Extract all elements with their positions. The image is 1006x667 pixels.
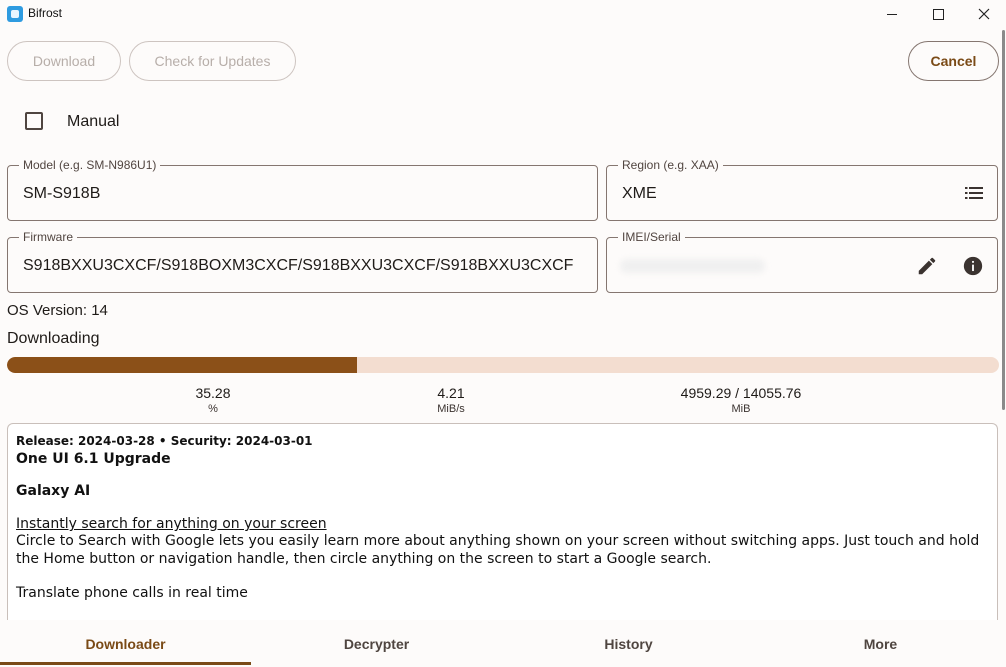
list-icon[interactable] [965, 187, 983, 199]
title-bar: Bifrost [0, 0, 1006, 28]
bottom-navigation: Downloader Decrypter History More [0, 620, 1006, 667]
active-tab-indicator [0, 662, 251, 665]
release-notes-panel[interactable]: Release: 2024-03-28 • Security: 2024-03-… [7, 423, 998, 623]
tab-more[interactable]: More [755, 620, 1006, 667]
tab-downloader[interactable]: Downloader [0, 620, 251, 667]
tab-history[interactable]: History [503, 620, 754, 667]
region-field-value[interactable]: XME [622, 185, 657, 203]
model-field-value[interactable]: SM-S918B [23, 185, 100, 203]
feature-title: Translate phone calls in real time [16, 585, 248, 601]
download-speed-stat: 4.21 MiB/s [351, 385, 551, 415]
check-for-updates-button[interactable]: Check for Updates [129, 41, 296, 81]
download-size-unit: MiB [731, 403, 751, 415]
tab-label: Decrypter [343, 635, 410, 652]
release-title: One UI 6.1 Upgrade [16, 451, 171, 467]
firmware-field-value[interactable]: S918BXXU3CXCF/S918BOXM3CXCF/S918BXXU3CXC… [23, 257, 573, 275]
region-field-label: Region (e.g. XAA) [618, 158, 723, 172]
manual-checkbox[interactable] [25, 112, 43, 130]
maximize-button[interactable] [915, 0, 961, 28]
section-title: Galaxy AI [16, 483, 91, 499]
download-speed-unit: MiB/s [437, 403, 465, 415]
tab-label: Downloader [85, 635, 166, 652]
progress-percent-value: 35.28 [195, 385, 231, 401]
imei-redacted-value [620, 259, 765, 273]
info-icon[interactable] [962, 255, 984, 277]
pencil-icon[interactable] [916, 255, 938, 277]
download-progress-bar [7, 357, 999, 373]
download-button[interactable]: Download [7, 41, 121, 81]
manual-checkbox-label[interactable]: Manual [67, 113, 119, 131]
page-scrollbar[interactable] [1002, 30, 1005, 410]
model-field[interactable]: Model (e.g. SM-N986U1) SM-S918B [7, 158, 598, 221]
download-speed-value: 4.21 [437, 385, 465, 401]
tab-label: More [863, 635, 898, 652]
release-security-line: Release: 2024-03-28 • Security: 2024-03-… [16, 434, 313, 448]
model-field-label: Model (e.g. SM-N986U1) [19, 158, 161, 172]
firmware-field-label: Firmware [19, 230, 77, 244]
os-version-text: OS Version: 14 [7, 302, 108, 319]
feature-title: Instantly search for anything on your sc… [16, 516, 327, 532]
window-title: Bifrost [28, 6, 63, 20]
close-button[interactable] [961, 0, 1006, 28]
download-size-stat: 4959.29 / 14055.76 MiB [641, 385, 841, 415]
download-size-value: 4959.29 / 14055.76 [680, 385, 802, 401]
download-progress-fill [7, 357, 357, 373]
minimize-icon [887, 13, 897, 15]
region-field[interactable]: Region (e.g. XAA) XME [606, 158, 998, 221]
imei-field-label: IMEI/Serial [618, 230, 685, 244]
imei-field[interactable]: IMEI/Serial [606, 230, 998, 293]
close-icon [978, 8, 990, 20]
maximize-icon [932, 8, 944, 20]
tab-label: History [604, 635, 653, 652]
firmware-field[interactable]: Firmware S918BXXU3CXCF/S918BOXM3CXCF/S91… [7, 230, 598, 293]
minimize-button[interactable] [869, 0, 915, 28]
feature-description: Circle to Search with Google lets you ea… [16, 533, 980, 567]
progress-percent-unit: % [208, 403, 218, 415]
cancel-button[interactable]: Cancel [908, 41, 999, 81]
app-logo-icon [7, 6, 23, 22]
progress-percent-stat: 35.28 % [113, 385, 313, 415]
download-status-text: Downloading [7, 330, 100, 347]
tab-decrypter[interactable]: Decrypter [251, 620, 502, 667]
